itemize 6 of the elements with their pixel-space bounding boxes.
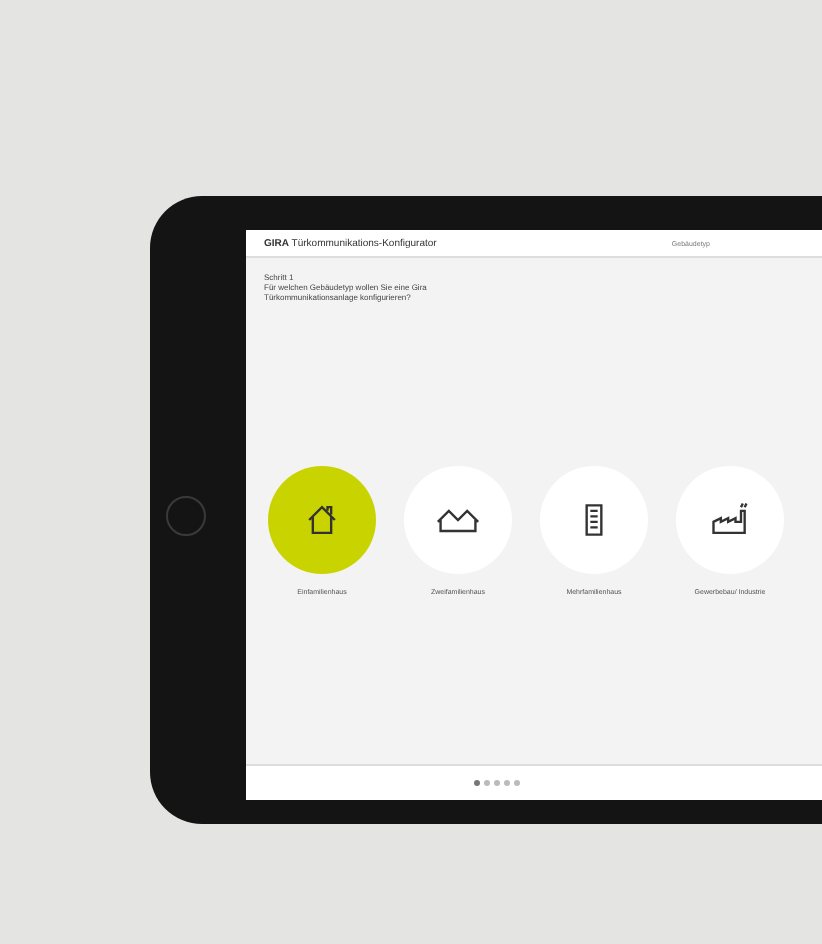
home-button[interactable] [166, 495, 206, 535]
page-dot[interactable] [513, 780, 519, 786]
page-dot[interactable] [493, 780, 499, 786]
page-dot[interactable] [503, 780, 509, 786]
page-dot[interactable] [483, 780, 489, 786]
page-dot[interactable] [473, 780, 479, 786]
